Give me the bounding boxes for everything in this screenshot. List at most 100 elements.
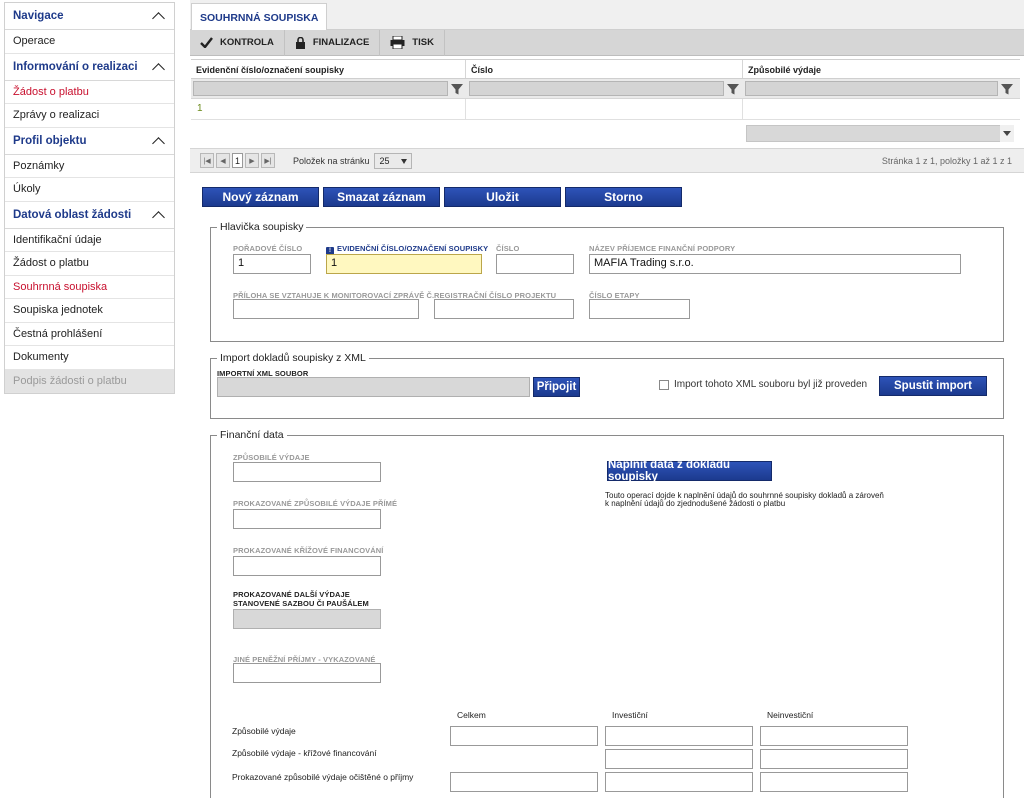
zpusobile-neinvesticni-input[interactable] [760,726,908,746]
horizontal-scrollbar[interactable] [746,125,1003,142]
grid-header-row: Evidenční číslo/označení soupisky Číslo … [191,59,1020,79]
sidebar-item[interactable]: Žádost o platbu [5,252,174,276]
column-header-vydaje[interactable]: Způsobilé výdaje [743,60,1020,78]
filter-cislo-input[interactable] [469,81,724,96]
chevron-up-icon[interactable] [152,210,166,220]
ocistene-investicni-input[interactable] [605,772,753,792]
sidebar-item[interactable]: Identifikační údaje [5,229,174,252]
chevron-up-icon[interactable] [152,136,166,146]
pager-info: Stránka 1 z 1, položky 1 až 1 z 1 [881,155,1012,166]
zpusobile-investicni-input[interactable] [605,726,753,746]
ocistene-neinvesticni-input[interactable] [760,772,908,792]
dalsi-input [233,609,381,629]
col-celkem-label: Celkem [457,710,486,720]
page-size-value: 25 [379,155,390,166]
filter-icon[interactable] [1000,82,1014,96]
chevron-up-icon[interactable] [152,62,166,72]
save-button[interactable]: Uložit [444,187,561,207]
cell-evidencni[interactable]: 1 [191,99,466,119]
tisk-button[interactable]: TISK [380,29,445,56]
cancel-button[interactable]: Storno [565,187,682,207]
filter-vydaje-input[interactable] [745,81,998,96]
jine-input[interactable] [233,663,381,683]
sidebar-section-header[interactable]: Informování o realizaci [5,54,174,81]
next-page-icon[interactable]: ▶ [245,153,259,168]
krizove-input[interactable] [233,556,381,576]
sidebar-item[interactable]: Zprávy o realizaci [5,104,174,128]
chevron-down-icon [400,158,407,164]
import-done-checkbox[interactable] [659,380,669,390]
filter-evidencni-input[interactable] [193,81,448,96]
chevron-up-icon[interactable] [152,11,166,21]
first-page-icon[interactable]: |◀ [200,153,214,168]
sidebar-item[interactable]: Souhrnná soupiska [5,276,174,299]
prijemce-label: NÁZEV PŘÍJEMCE FINANČNÍ PODPORY [589,244,736,253]
etapa-input[interactable] [589,299,690,319]
registracni-input[interactable] [434,299,574,319]
sidebar-item: Podpis žádosti o platbu [5,369,174,393]
evidencni-label-text: EVIDENČNÍ ČÍSLO/OZNAČENÍ SOUPISKY [337,244,489,253]
import-fieldset: Import dokladů soupisky z XML IMPORTNÍ X… [210,352,1004,419]
sidebar-section-header[interactable]: Navigace [5,3,174,30]
cell-cislo [466,99,743,119]
column-header-cislo[interactable]: Číslo [466,60,743,78]
finance-legend: Finanční data [217,429,287,441]
sidebar-section-header[interactable]: Profil objektu [5,128,174,155]
delete-record-button[interactable]: Smazat záznam [323,187,440,207]
krizove-neinvesticni-input[interactable] [760,749,908,769]
toolbar: KONTROLA FINALIZACE TISK [190,29,1024,56]
tab-souhrnna-soupiska[interactable]: SOUHRNNÁ SOUPISKA [191,3,328,31]
column-header-evidencni[interactable]: Evidenční číslo/označení soupisky [191,60,466,78]
finance-fieldset: Finanční data ZPŮSOBILÉ VÝDAJE PROKAZOVA… [210,429,1004,798]
sidebar-item[interactable]: Čestná prohlášení [5,323,174,346]
header-legend: Hlavička soupisky [217,221,307,233]
current-page-input[interactable]: 1 [232,153,243,168]
sidebar-section-title: Informování o realizaci [13,60,138,73]
sidebar-item[interactable]: Poznámky [5,155,174,178]
sidebar-item[interactable]: Úkoly [5,178,174,202]
krizove-investicni-input[interactable] [605,749,753,769]
sidebar-section-title: Navigace [13,10,64,22]
evidencni-input[interactable]: 1 [326,254,482,274]
prime-input[interactable] [233,509,381,529]
zpusobile-celkem-input[interactable] [450,726,598,746]
main-panel: SOUHRNNÁ SOUPISKA KONTROLA FINALIZACE TI… [190,0,1024,798]
records-grid: Evidenční číslo/označení soupisky Číslo … [191,59,1020,120]
header-fieldset: Hlavička soupisky POŘADOVÉ ČÍSLO 1 ! EVID… [210,221,1004,342]
fill-data-button[interactable]: Naplnit data z dokladů soupisky [607,459,772,483]
scroll-down-icon[interactable] [1000,125,1014,142]
import-done-label: Import tohoto XML souboru byl již proved… [674,379,868,390]
sidebar-section-title: Profil objektu [13,134,87,147]
new-record-button[interactable]: Nový záznam [202,187,319,207]
row-ocistene-label: Prokazované způsobilé výdaje očištěné o … [232,772,414,782]
ocistene-celkem-input[interactable] [450,772,598,792]
cislo-input[interactable] [496,254,574,274]
sidebar-section-header[interactable]: Datová oblast žádosti [5,202,174,229]
attach-button[interactable]: Připojit [533,377,580,397]
filter-icon[interactable] [450,82,464,96]
col-neinvesticni-label: Neinvestiční [767,710,814,720]
sidebar-item[interactable]: Soupiska jednotek [5,299,174,323]
sidebar-item[interactable]: Operace [5,30,174,54]
filter-icon[interactable] [726,82,740,96]
row-zpusobile-label: Způsobilé výdaje [232,726,296,736]
last-page-icon[interactable]: ▶| [261,153,275,168]
poradove-input[interactable]: 1 [233,254,311,274]
grid-filter-row [191,79,1020,99]
xml-file-input[interactable] [217,377,530,397]
page-size-label: Položek na stránku [293,155,370,166]
sidebar-item[interactable]: Žádost o platbu [5,81,174,104]
prime-label: PROKAZOVANÉ ZPŮSOBILÉ VÝDAJE PŘÍMÉ [233,499,398,508]
finalizace-button[interactable]: FINALIZACE [285,29,381,56]
cislo-label: ČÍSLO [496,244,520,253]
priloha-input[interactable] [233,299,419,319]
sidebar-item[interactable]: Dokumenty [5,346,174,370]
prijemce-input[interactable]: MAFIA Trading s.r.o. [589,254,961,274]
prev-page-icon[interactable]: ◀ [216,153,230,168]
row-krizove-label: Způsobilé výdaje - křížové financování [232,748,377,758]
run-import-button[interactable]: Spustit import [879,376,987,396]
page-size-select[interactable]: 25 [373,152,412,169]
kontrola-button[interactable]: KONTROLA [190,29,285,56]
zpusobile-input[interactable] [233,462,381,482]
table-row[interactable]: 1 [191,99,1020,120]
